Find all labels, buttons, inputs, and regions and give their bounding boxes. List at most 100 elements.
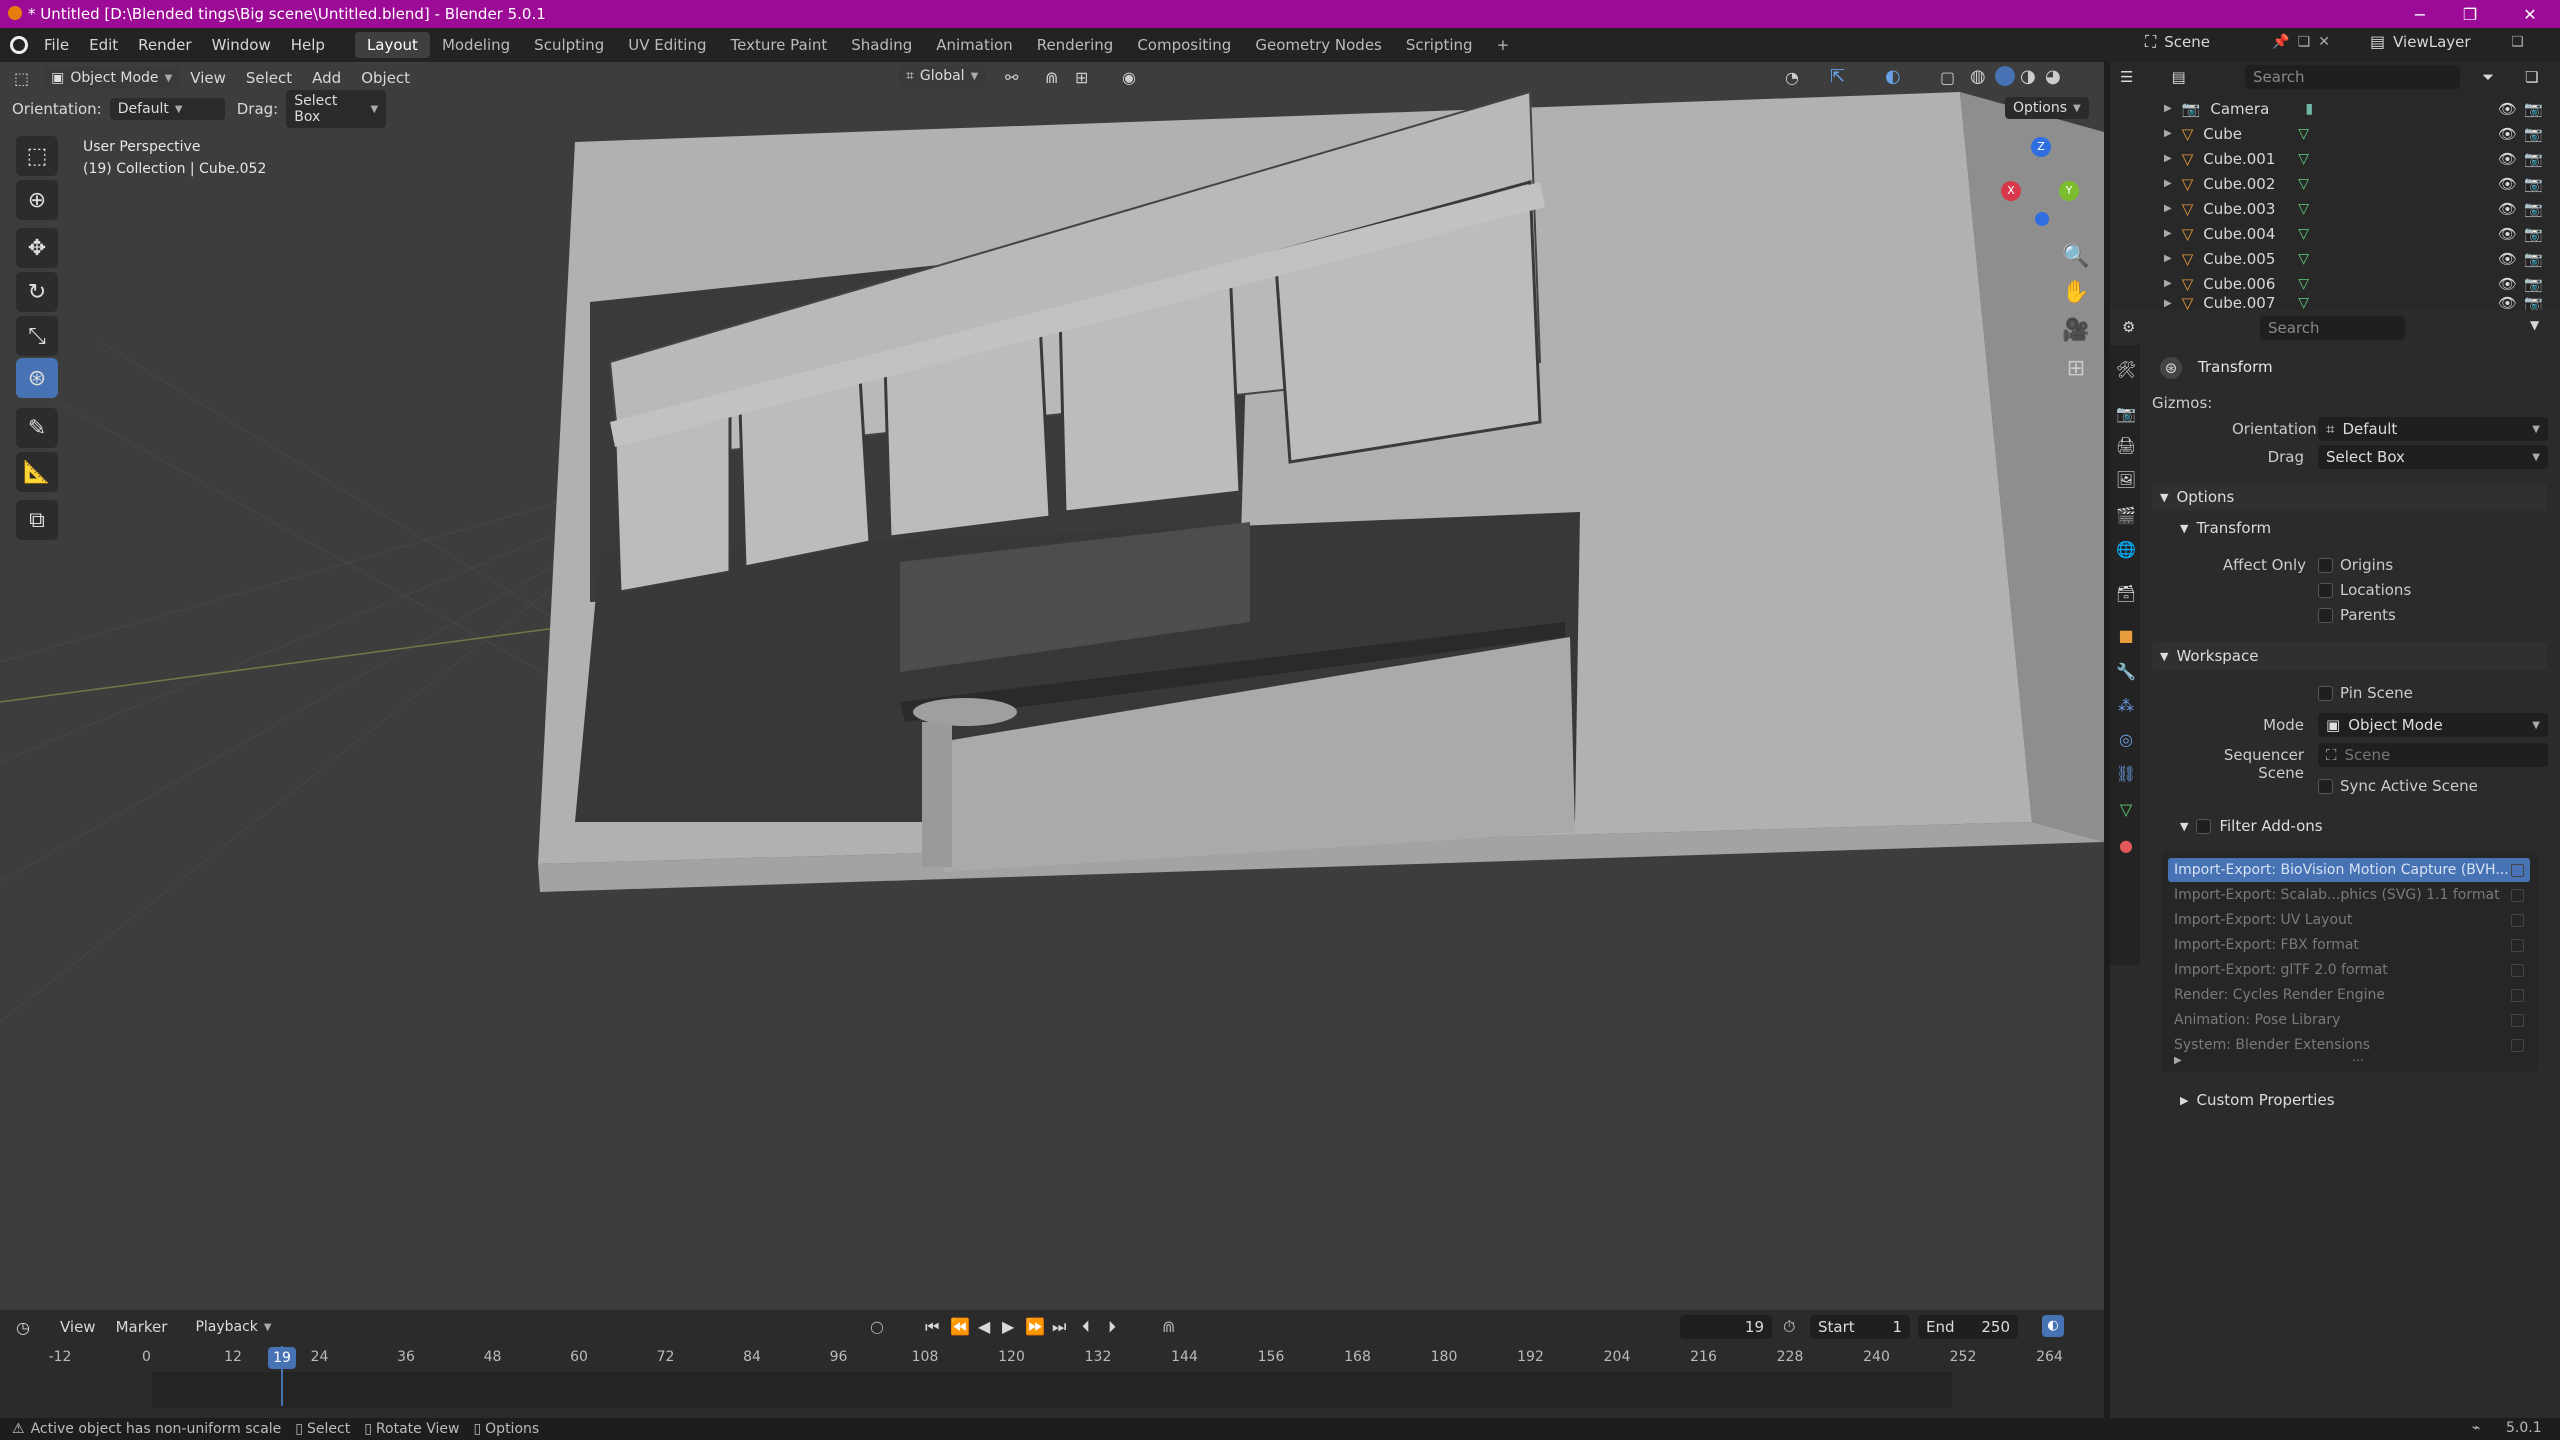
scale-tool-icon[interactable]: ⤡ <box>16 316 58 356</box>
viewport-menu-select[interactable]: Select <box>236 69 302 87</box>
render-camera-icon[interactable]: 📷 <box>2524 200 2543 218</box>
snap-timeline-icon[interactable]: ⋒ <box>1162 1317 1175 1336</box>
add-workspace-button[interactable]: + <box>1485 32 1522 58</box>
z-axis-icon[interactable]: Z <box>2031 137 2051 157</box>
pin-icon[interactable]: 📌 <box>2272 34 2289 50</box>
sequencer-scene-field[interactable]: ⛶ Scene <box>2318 743 2548 767</box>
addon-item[interactable]: Import-Export: UV Layout <box>2168 908 2530 932</box>
addon-item[interactable]: Import-Export: Scalab...phics (SVG) 1.1 … <box>2168 883 2530 907</box>
render-camera-icon[interactable]: 📷 <box>2524 150 2543 168</box>
snap-icon[interactable]: ⋒ <box>1045 68 1058 87</box>
rendered-shading-icon[interactable]: ◕ <box>2045 66 2061 87</box>
eye-icon[interactable]: 👁 <box>2498 225 2517 243</box>
mesh-data-icon[interactable]: ▽ <box>2298 176 2309 192</box>
outliner-item-name[interactable]: Cube <box>2203 125 2298 143</box>
mesh-data-icon[interactable]: ▽ <box>2298 201 2309 217</box>
wireframe-shading-icon[interactable]: ◍ <box>1970 66 1986 87</box>
eye-icon[interactable]: 👁 <box>2498 275 2517 293</box>
outliner-row[interactable]: ▶ 📷 Camera ▮ 👁 📷 <box>2110 96 2560 121</box>
mesh-data-icon[interactable]: ▽ <box>2298 151 2309 167</box>
neg-z-axis-icon[interactable] <box>2035 212 2049 226</box>
material-tab-icon[interactable]: ● <box>2114 833 2138 857</box>
tool-tab-icon[interactable]: 🛠 <box>2114 357 2138 381</box>
tab-shading[interactable]: Shading <box>839 32 924 58</box>
play-icon[interactable]: ▶ <box>1002 1317 1014 1336</box>
outliner-search-input[interactable]: Search <box>2245 65 2460 89</box>
menu-help[interactable]: Help <box>281 36 335 54</box>
tab-texture-paint[interactable]: Texture Paint <box>718 32 839 58</box>
outliner-row[interactable]: ▶ ▽ Cube.005 ▽ 👁 📷 <box>2110 246 2560 271</box>
render-camera-icon[interactable]: 📷 <box>2524 175 2543 193</box>
3d-viewport[interactable]: Z X Y <box>0 62 2104 1310</box>
modifier-tab-icon[interactable]: 🔧 <box>2114 659 2138 683</box>
scene-tab-icon[interactable]: 🎬 <box>2114 503 2138 527</box>
timer-icon[interactable]: ⏱ <box>1783 1317 1795 1337</box>
auto-keying-icon[interactable]: ○ <box>870 1317 884 1336</box>
addon-checkbox[interactable] <box>2511 938 2524 952</box>
addon-checkbox[interactable] <box>2511 1038 2524 1052</box>
outliner-row[interactable]: ▶ ▽ Cube.002 ▽ 👁 📷 <box>2110 171 2560 196</box>
expand-arrow-icon[interactable]: ▶ <box>2164 253 2172 264</box>
eye-icon[interactable]: 👁 <box>2498 200 2517 218</box>
addon-checkbox[interactable] <box>2511 888 2524 902</box>
navigation-gizmo[interactable]: Z X Y <box>1995 137 2085 227</box>
view-layer-tab-icon[interactable]: 🖼 <box>2114 467 2138 491</box>
outliner-editor-icon[interactable]: ☰ <box>2120 68 2133 86</box>
viewport-menu-object[interactable]: Object <box>351 69 420 87</box>
jump-end-icon[interactable]: ⏭ <box>1052 1317 1066 1337</box>
tab-scripting[interactable]: Scripting <box>1394 32 1485 58</box>
addon-item[interactable]: System: Blender Extensions <box>2168 1033 2530 1057</box>
tab-compositing[interactable]: Compositing <box>1125 32 1243 58</box>
physics-tab-icon[interactable]: ◎ <box>2114 727 2138 751</box>
menu-window[interactable]: Window <box>202 36 281 54</box>
eye-icon[interactable]: 👁 <box>2498 100 2517 118</box>
mode-dropdown[interactable]: ▣ Object Mode ▼ <box>43 67 181 89</box>
outliner-row[interactable]: ▶ ▽ Cube.001 ▽ 👁 📷 <box>2110 146 2560 171</box>
gizmo-toggle-icon[interactable]: ⇱ <box>1830 66 1845 87</box>
outliner-row[interactable]: ▶ ▽ Cube.007 ▽ 👁 📷 <box>2110 296 2560 310</box>
menu-edit[interactable]: Edit <box>79 36 128 54</box>
addon-checkbox[interactable] <box>2511 913 2524 927</box>
addon-item[interactable]: Import-Export: BioVision Motion Capture … <box>2168 858 2530 882</box>
camera-data-icon[interactable]: ▮ <box>2305 101 2313 117</box>
transform-orientation-dropdown[interactable]: ⌗ Global ▼ <box>898 65 987 87</box>
menu-render[interactable]: Render <box>128 36 201 54</box>
overlay-toggle-icon[interactable]: ◐ <box>1885 66 1901 87</box>
addon-item[interactable]: Animation: Pose Library <box>2168 1008 2530 1032</box>
expand-arrow-icon[interactable]: ▶ <box>2164 228 2172 239</box>
rotate-tool-icon[interactable]: ↻ <box>16 272 58 312</box>
drag-dropdown[interactable]: Select Box ▼ <box>286 90 387 128</box>
collection-tab-icon[interactable]: 🗃 <box>2114 581 2138 605</box>
expand-arrow-icon[interactable]: ▶ <box>2164 128 2172 139</box>
outliner-item-name[interactable]: Cube.007 <box>2203 296 2298 310</box>
render-camera-icon[interactable]: 📷 <box>2524 296 2543 310</box>
expand-arrow-icon[interactable]: ▶ <box>2164 278 2172 289</box>
restore-button[interactable]: ❐ <box>2440 0 2500 28</box>
tab-layout[interactable]: Layout <box>354 32 430 58</box>
render-tab-icon[interactable]: 📷 <box>2114 401 2138 425</box>
expand-list-icon[interactable]: ▶ <box>2174 1055 2182 1066</box>
annotate-tool-icon[interactable]: ✎ <box>16 408 58 448</box>
origins-checkbox[interactable] <box>2318 558 2333 573</box>
outliner-row[interactable]: ▶ ▽ Cube ▽ 👁 📷 <box>2110 121 2560 146</box>
transform-tool-icon[interactable]: ⊛ <box>16 358 58 398</box>
orientation-dropdown[interactable]: Default ▼ <box>109 98 225 120</box>
addon-checkbox[interactable] <box>2511 988 2524 1002</box>
sync-active-scene-checkbox[interactable] <box>2318 779 2333 794</box>
expand-arrow-icon[interactable]: ▶ <box>2164 203 2172 214</box>
camera-view-icon[interactable]: 🎥 <box>2058 312 2094 348</box>
output-tab-icon[interactable]: 🖨 <box>2114 433 2138 457</box>
mode-dropdown-prop[interactable]: ▣ Object Mode ▼ <box>2318 713 2548 737</box>
expand-arrow-icon[interactable]: ▶ <box>2164 178 2172 189</box>
playhead-frame[interactable]: 19 <box>268 1347 296 1369</box>
data-tab-icon[interactable]: ▽ <box>2114 797 2138 821</box>
transform-subpanel-header[interactable]: ▼ Transform <box>2172 514 2542 542</box>
addon-item[interactable]: Import-Export: glTF 2.0 format <box>2168 958 2530 982</box>
expand-arrow-icon[interactable]: ▶ <box>2164 298 2172 309</box>
addon-item[interactable]: Render: Cycles Render Engine <box>2168 983 2530 1007</box>
new-scene-icon[interactable]: ❏ <box>2298 34 2311 50</box>
filter-addons-header[interactable]: ▼ Filter Add-ons <box>2172 812 2542 840</box>
outliner-item-name[interactable]: Cube.005 <box>2203 250 2298 268</box>
particles-tab-icon[interactable]: ⁂ <box>2114 693 2138 717</box>
blender-menu-icon[interactable] <box>10 36 28 54</box>
